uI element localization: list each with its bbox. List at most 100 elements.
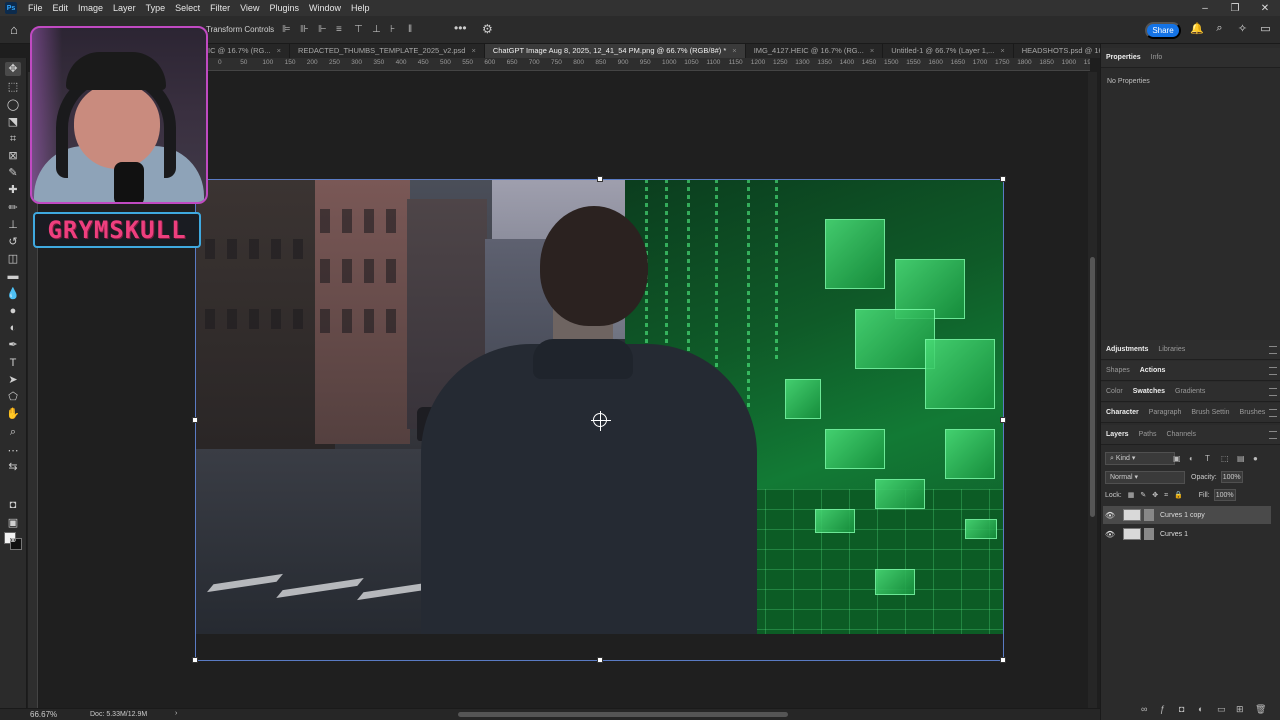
tab-channels[interactable]: Channels	[1161, 425, 1201, 445]
workspace-icon[interactable]: ▭	[1259, 22, 1272, 36]
panel-menu-icon[interactable]	[1269, 431, 1277, 439]
smart-object-filter-icon[interactable]: ▤	[1237, 454, 1247, 464]
scrollbar-thumb[interactable]	[458, 712, 788, 717]
blur-tool-icon[interactable]: 💧	[5, 287, 21, 301]
align-top-icon[interactable]: ⊤	[354, 24, 365, 35]
panel-menu-icon[interactable]	[1269, 346, 1277, 354]
new-layer-icon[interactable]: ⊞	[1236, 704, 1246, 715]
tab-adjustments[interactable]: Adjustments	[1101, 340, 1153, 360]
restore-button[interactable]: ❐	[1220, 0, 1250, 16]
tab-actions[interactable]: Actions	[1135, 361, 1171, 381]
search-icon[interactable]: ⌕	[1213, 22, 1226, 36]
menu-filter[interactable]: Filter	[205, 0, 235, 16]
layer-row[interactable]: 👁 Curves 1 copy	[1103, 506, 1271, 524]
tab-document-6[interactable]: HEADSHOTS.psd @ 16	[1014, 44, 1100, 58]
menu-plugins[interactable]: Plugins	[264, 0, 304, 16]
shape-filter-icon[interactable]: ⬚	[1221, 454, 1231, 464]
tab-paths[interactable]: Paths	[1134, 425, 1162, 445]
tab-gradients[interactable]: Gradients	[1170, 382, 1210, 402]
type-tool-icon[interactable]: T	[5, 356, 21, 370]
screen-mode-icon[interactable]: ▣	[5, 516, 21, 530]
menu-help[interactable]: Help	[346, 0, 375, 16]
eraser-tool-icon[interactable]: ◫	[5, 252, 21, 266]
share-button[interactable]: Share	[1145, 22, 1181, 39]
healing-tool-icon[interactable]: ✚	[5, 183, 21, 197]
menu-layer[interactable]: Layer	[108, 0, 141, 16]
align-center-h-icon[interactable]: ⊪	[300, 24, 311, 35]
marquee-tool-icon[interactable]: ⬚	[5, 80, 21, 94]
adjustment-layer-icon[interactable]: ◐	[1198, 704, 1208, 715]
tab-swatches[interactable]: Swatches	[1128, 382, 1170, 402]
tab-character[interactable]: Character	[1101, 403, 1144, 423]
gear-icon[interactable]: ⚙	[482, 22, 493, 36]
eye-icon[interactable]: 👁	[1103, 530, 1117, 539]
reference-point-icon[interactable]	[591, 411, 611, 431]
tab-document-1[interactable]: IC @ 16.7% (RG... ×	[200, 44, 291, 58]
distribute-v-icon[interactable]: ‖	[408, 24, 419, 35]
frame-tool-icon[interactable]: ⊠	[5, 149, 21, 163]
menu-file[interactable]: File	[23, 0, 48, 16]
layer-row[interactable]: 👁 Curves 1	[1103, 525, 1271, 543]
extras-icon[interactable]: ⚭	[5, 534, 21, 548]
tab-document-5[interactable]: Untitled-1 @ 66.7% (Layer 1,... ×	[883, 44, 1014, 58]
object-select-tool-icon[interactable]: ⬔	[5, 115, 21, 129]
tab-info[interactable]: Info	[1146, 48, 1168, 68]
crop-tool-icon[interactable]: ⌗	[5, 132, 21, 146]
eye-icon[interactable]: 👁	[1103, 511, 1117, 520]
scrollbar-thumb[interactable]	[1090, 257, 1095, 517]
home-icon[interactable]: ⌂	[10, 22, 26, 38]
minimize-button[interactable]: –	[1190, 0, 1220, 16]
menu-edit[interactable]: Edit	[48, 0, 74, 16]
trash-icon[interactable]: 🗑	[1255, 704, 1266, 715]
fill-input[interactable]: 100%	[1213, 489, 1236, 501]
close-icon[interactable]: ×	[732, 44, 736, 58]
zoom-tool-icon[interactable]: ⌕	[5, 425, 21, 439]
pen-tool-icon[interactable]: ✒	[5, 338, 21, 352]
close-icon[interactable]: ×	[471, 44, 475, 58]
menu-view[interactable]: View	[235, 0, 264, 16]
horizontal-ruler[interactable]: 0 50 100 150 200 250 300 350 400 450 500 550 600 650 7…	[200, 58, 1090, 71]
adjustment-filter-icon[interactable]: ◐	[1189, 454, 1199, 464]
lasso-tool-icon[interactable]: ◯	[5, 98, 21, 112]
zoom-level[interactable]: 66.67%	[30, 710, 57, 719]
bell-icon[interactable]: 🔔	[1190, 22, 1204, 36]
filter-toggle-icon[interactable]: ●	[1253, 454, 1263, 464]
menu-image[interactable]: Image	[73, 0, 108, 16]
dodge-burn-icon[interactable]: ◐	[5, 321, 21, 335]
tab-layers[interactable]: Layers	[1101, 425, 1134, 445]
close-button[interactable]: ✕	[1250, 0, 1280, 16]
brush-tool-icon[interactable]: ✏	[5, 201, 21, 215]
panel-menu-icon[interactable]	[1269, 367, 1277, 375]
discover-icon[interactable]: ✧	[1236, 22, 1249, 36]
quick-mask-icon[interactable]: ◘	[5, 498, 21, 512]
menu-select[interactable]: Select	[170, 0, 205, 16]
tab-libraries[interactable]: Libraries	[1153, 340, 1190, 360]
lock-icons[interactable]: ▦✎✥⌗🔒	[1128, 491, 1189, 500]
hand-tool-icon[interactable]: ✋	[5, 407, 21, 421]
distribute-icon[interactable]: ≡	[336, 24, 347, 35]
horizontal-scrollbar[interactable]	[200, 711, 1088, 718]
menu-type[interactable]: Type	[141, 0, 171, 16]
swap-colors-icon[interactable]: ⇆	[5, 460, 21, 474]
align-left-icon[interactable]: ⊫	[282, 24, 293, 35]
eyedropper-tool-icon[interactable]: ✎	[5, 166, 21, 180]
layer-kind-filter[interactable]: ⌕ Kind ▾	[1105, 451, 1175, 465]
tab-document-2[interactable]: REDACTED_THUMBS_TEMPLATE_2025_v2.psd ×	[290, 44, 485, 58]
blend-mode-select[interactable]: Normal ▾	[1105, 470, 1185, 484]
fx-icon[interactable]: ƒ	[1160, 704, 1170, 715]
vertical-scrollbar[interactable]	[1088, 72, 1097, 708]
path-select-tool-icon[interactable]: ➤	[5, 373, 21, 387]
panel-menu-icon[interactable]	[1269, 388, 1277, 396]
stamp-tool-icon[interactable]: ⊥	[5, 218, 21, 232]
opacity-input[interactable]: 100%	[1220, 471, 1243, 483]
gradient-tool-icon[interactable]: ▬	[5, 269, 21, 283]
tab-properties[interactable]: Properties	[1101, 48, 1146, 68]
group-icon[interactable]: ▭	[1217, 704, 1227, 715]
link-icon[interactable]: ∞	[1141, 704, 1151, 715]
tab-brush-settings[interactable]: Brush Settin	[1186, 403, 1234, 423]
close-icon[interactable]: ×	[870, 44, 874, 58]
tab-brushes[interactable]: Brushes	[1235, 403, 1271, 423]
shape-tool-icon[interactable]: ⬠	[5, 390, 21, 404]
panel-menu-icon[interactable]	[1269, 409, 1277, 417]
menu-window[interactable]: Window	[304, 0, 346, 16]
